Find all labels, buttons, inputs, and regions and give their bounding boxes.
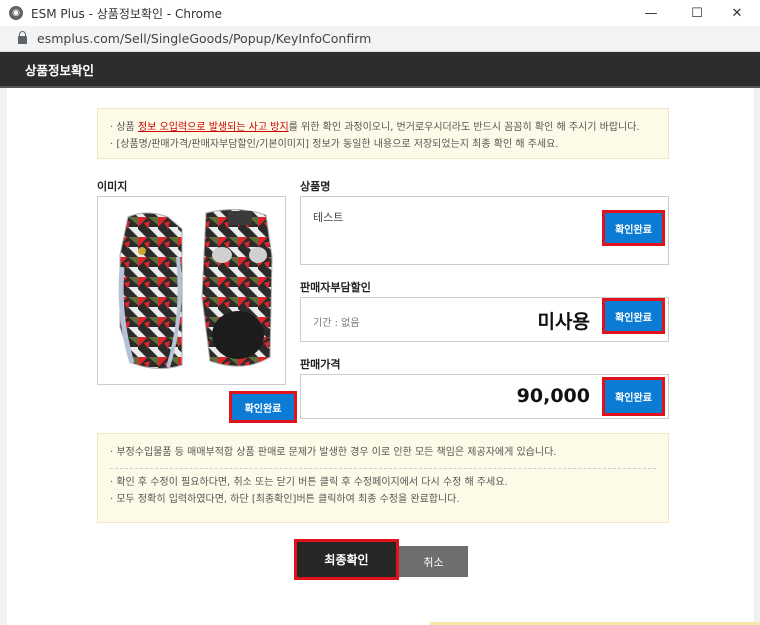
discount-value: 미사용 xyxy=(537,311,590,333)
popup-title: 상품정보확인 xyxy=(25,62,95,78)
window-title: ESM Plus - 상품정보확인 - Chrome xyxy=(31,6,223,21)
product-name-label: 상품명 xyxy=(300,180,331,193)
address-bar[interactable]: esmplus.com/Sell/SingleGoods/Popup/KeyIn… xyxy=(0,26,760,52)
discount-confirm-button[interactable]: 확인완료 xyxy=(602,298,665,334)
minimize-button[interactable]: — xyxy=(628,0,674,26)
notice-line: · 확인 후 수정이 필요하다면, 취소 또는 닫기 버튼 클릭 후 수정페이지… xyxy=(110,477,508,488)
globe-icon: ◉ xyxy=(9,6,23,20)
notice-line: · [상품명/판매가격/판매자부담할인/기본이미지] 정보가 동일한 내용으로 … xyxy=(110,139,559,150)
discount-label: 판매자부담할인 xyxy=(300,281,371,294)
product-photo xyxy=(118,209,273,369)
notice-divider xyxy=(110,468,656,469)
image-label: 이미지 xyxy=(97,180,128,193)
image-confirm-button[interactable]: 확인완료 xyxy=(229,391,297,423)
price-value: 90,000 xyxy=(516,385,590,407)
final-confirm-button[interactable]: 최종확인 xyxy=(294,539,399,580)
top-notice: · 상품 정보 오입력으로 발생되는 사고 방지를 위한 확인 과정이오니, 번… xyxy=(97,108,669,159)
lock-icon xyxy=(18,31,27,44)
notice-line: · 상품 정보 오입력으로 발생되는 사고 방지를 위한 확인 과정이오니, 번… xyxy=(110,119,656,136)
price-confirm-button[interactable]: 확인완료 xyxy=(602,377,665,416)
discount-period: 기간 : 없음 xyxy=(313,318,360,329)
product-name-value: 테스트 xyxy=(313,211,344,224)
notice-highlight: 정보 오입력으로 발생되는 사고 방지 xyxy=(137,122,289,133)
popup-header: 상품정보확인 xyxy=(0,52,760,88)
window-titlebar: ◉ ESM Plus - 상품정보확인 - Chrome — ☐ ✕ xyxy=(0,0,760,26)
scrollbar[interactable] xyxy=(754,88,760,625)
notice-line: · 모두 정확히 입력하였다면, 하단 [최종확인]버튼 클릭하여 최종 수정을… xyxy=(110,494,460,505)
notice-text: 를 위한 확인 과정이오니, 번거로우시더라도 반드시 꼼꼼히 확인 해 주시기… xyxy=(288,122,640,133)
left-border xyxy=(0,88,7,625)
notice-text: · 상품 xyxy=(110,122,138,133)
price-label: 판매가격 xyxy=(300,358,341,371)
product-name-confirm-button[interactable]: 확인완료 xyxy=(602,210,665,246)
bottom-notice: · 부정수입물품 등 매매부적합 상품 판매로 문제가 발생한 경우 이로 인한… xyxy=(97,433,669,523)
url-text: esmplus.com/Sell/SingleGoods/Popup/KeyIn… xyxy=(37,31,372,46)
notice-line: · 부정수입물품 등 매매부적합 상품 판매로 문제가 발생한 경우 이로 인한… xyxy=(110,447,557,458)
product-image xyxy=(97,196,286,385)
cancel-button[interactable]: 취소 xyxy=(399,546,468,577)
close-button[interactable]: ✕ xyxy=(714,0,760,26)
